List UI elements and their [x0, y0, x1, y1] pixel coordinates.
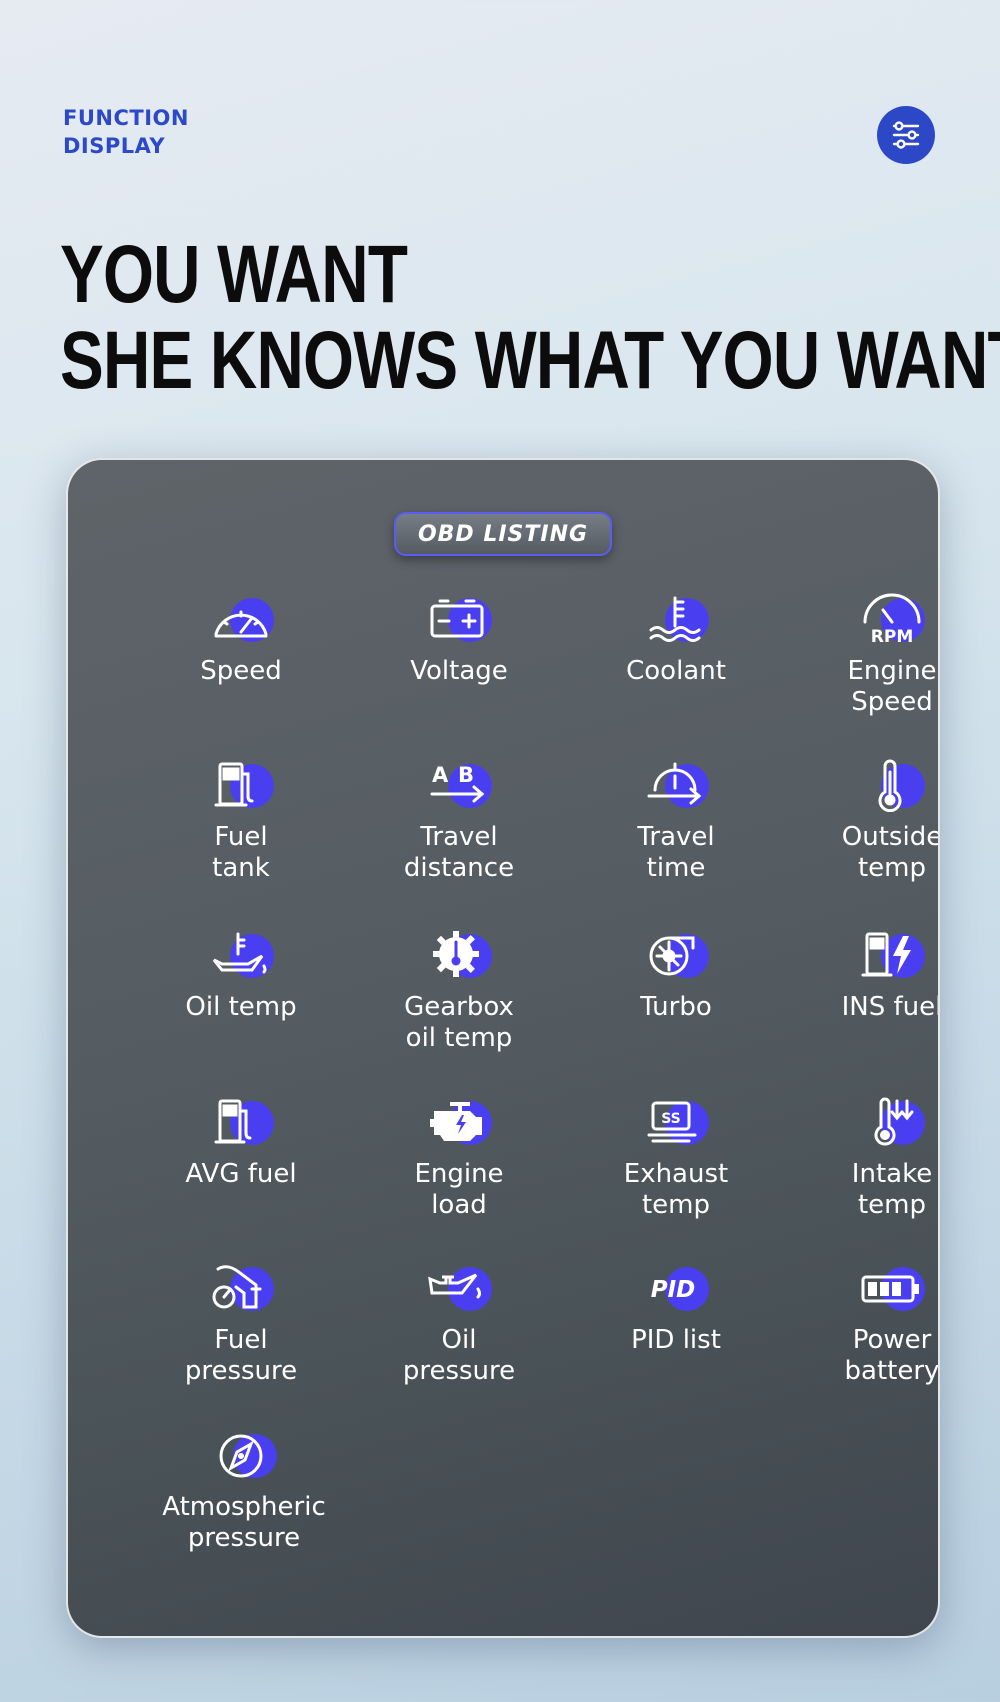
obd-item-label: INS fuel	[841, 992, 940, 1022]
obd-panel: OBD LISTING Speed Voltage Coolant RPM En…	[66, 458, 940, 1638]
function-display-line2: DISPLAY	[63, 134, 166, 158]
battery-plus-minus-icon	[430, 599, 484, 638]
sliders-icon	[892, 121, 920, 149]
headline: YOU WANT SHE KNOWS WHAT YOU WANT	[60, 232, 1000, 404]
obd-item-label: Travel distance	[403, 822, 515, 883]
intake-thermometer-icon	[874, 1097, 914, 1146]
obd-item-label: PID list	[631, 1325, 721, 1355]
compass-gauge-icon	[219, 1434, 263, 1478]
obd-item-oil-temp[interactable]: Oil temp	[133, 928, 349, 1023]
svg-text:B: B	[458, 763, 474, 787]
gear-thermometer-icon	[433, 931, 479, 977]
coolant-temperature-icon	[649, 596, 701, 642]
obd-item-label: Intake temp	[851, 1159, 933, 1220]
obd-item-label: Engine Speed	[847, 656, 937, 717]
svg-text:SS: SS	[661, 1111, 681, 1127]
obd-item-label: Voltage	[410, 656, 508, 686]
function-display-label: FUNCTION DISPLAY	[63, 104, 189, 160]
timer-arrow-icon	[647, 762, 702, 805]
rpm-gauge-icon: RPM	[863, 593, 921, 646]
obd-item-label: Turbo	[640, 992, 712, 1022]
obd-item-avg-fuel[interactable]: AVG fuel	[133, 1095, 349, 1190]
pid-icon: PID	[651, 1277, 696, 1303]
svg-text:PID: PID	[651, 1277, 696, 1303]
obd-item-travel-time[interactable]: Travel time	[568, 758, 784, 884]
turbocharger-icon	[649, 936, 695, 976]
obd-item-label: Outside temp	[841, 822, 940, 883]
obd-item-label: Oil temp	[185, 992, 297, 1022]
obd-item-label: Gearbox oil temp	[404, 992, 514, 1053]
obd-item-label: Power battery	[844, 1325, 940, 1386]
obd-item-label: Travel time	[637, 822, 715, 883]
fuel-pump-icon	[214, 762, 254, 807]
obd-item-power-battery[interactable]: Power battery	[784, 1261, 940, 1387]
settings-button[interactable]	[877, 106, 935, 164]
obd-item-ins-fuel[interactable]: INS fuel	[784, 928, 940, 1023]
obd-item-gearbox-oil-temp[interactable]: Gearbox oil temp	[351, 928, 567, 1054]
function-display-line1: FUNCTION	[63, 106, 189, 130]
obd-listing-badge: OBD LISTING	[394, 512, 612, 556]
engine-icon	[430, 1102, 482, 1141]
oil-can-thermometer-icon	[212, 932, 267, 974]
obd-item-exhaust-temp[interactable]: SS Exhaust temp	[568, 1095, 784, 1221]
a-to-b-arrow-icon: A B	[430, 763, 485, 803]
obd-item-fuel-pressure[interactable]: Fuel pressure	[133, 1261, 349, 1387]
obd-item-fuel-tank[interactable]: Fuel tank	[133, 758, 349, 884]
obd-item-label: Exhaust temp	[623, 1159, 729, 1220]
obd-listing-label: OBD LISTING	[417, 521, 589, 547]
obd-item-voltage[interactable]: Voltage	[351, 592, 567, 687]
fuel-pump-lightning-icon	[861, 932, 911, 977]
obd-item-label: Speed	[200, 656, 282, 686]
obd-item-turbo[interactable]: Turbo	[568, 928, 784, 1023]
obd-item-label: Fuel tank	[212, 822, 270, 883]
obd-item-label: Engine load	[414, 1159, 504, 1220]
obd-item-pid-list[interactable]: PID PID list	[568, 1261, 784, 1356]
obd-item-travel-distance[interactable]: A B Travel distance	[351, 758, 567, 884]
obd-item-label: Coolant	[626, 656, 726, 686]
headline-line2: SHE KNOWS WHAT YOU WANT	[60, 315, 1000, 406]
obd-item-label: Oil pressure	[402, 1325, 516, 1386]
oil-can-icon	[428, 1273, 481, 1299]
obd-item-label: Fuel pressure	[184, 1325, 298, 1386]
obd-item-speed[interactable]: Speed	[133, 592, 349, 687]
obd-item-atmospheric-pressure[interactable]: Atmospheric pressure	[136, 1428, 352, 1554]
fuel-station-icon	[214, 1099, 252, 1144]
thermometer-icon	[878, 759, 902, 812]
headline-line1: YOU WANT	[60, 229, 408, 320]
obd-item-label: Atmospheric pressure	[162, 1492, 326, 1553]
obd-item-outside-temp[interactable]: Outside temp	[784, 758, 940, 884]
obd-item-label: AVG fuel	[185, 1159, 297, 1189]
exhaust-icon: SS	[647, 1101, 697, 1143]
obd-item-coolant[interactable]: Coolant	[568, 592, 784, 687]
speedometer-icon	[214, 610, 268, 638]
obd-item-intake-temp[interactable]: Intake temp	[784, 1095, 938, 1221]
svg-text:A: A	[432, 763, 449, 787]
svg-text:RPM: RPM	[871, 627, 913, 646]
obd-item-oil-pressure[interactable]: Oil pressure	[351, 1261, 567, 1387]
fuel-nozzle-gauge-icon	[212, 1265, 262, 1309]
battery-level-icon	[861, 1275, 919, 1303]
obd-item-engine-speed[interactable]: RPM Engine Speed	[784, 592, 938, 718]
obd-item-engine-load[interactable]: Engine load	[351, 1095, 567, 1221]
